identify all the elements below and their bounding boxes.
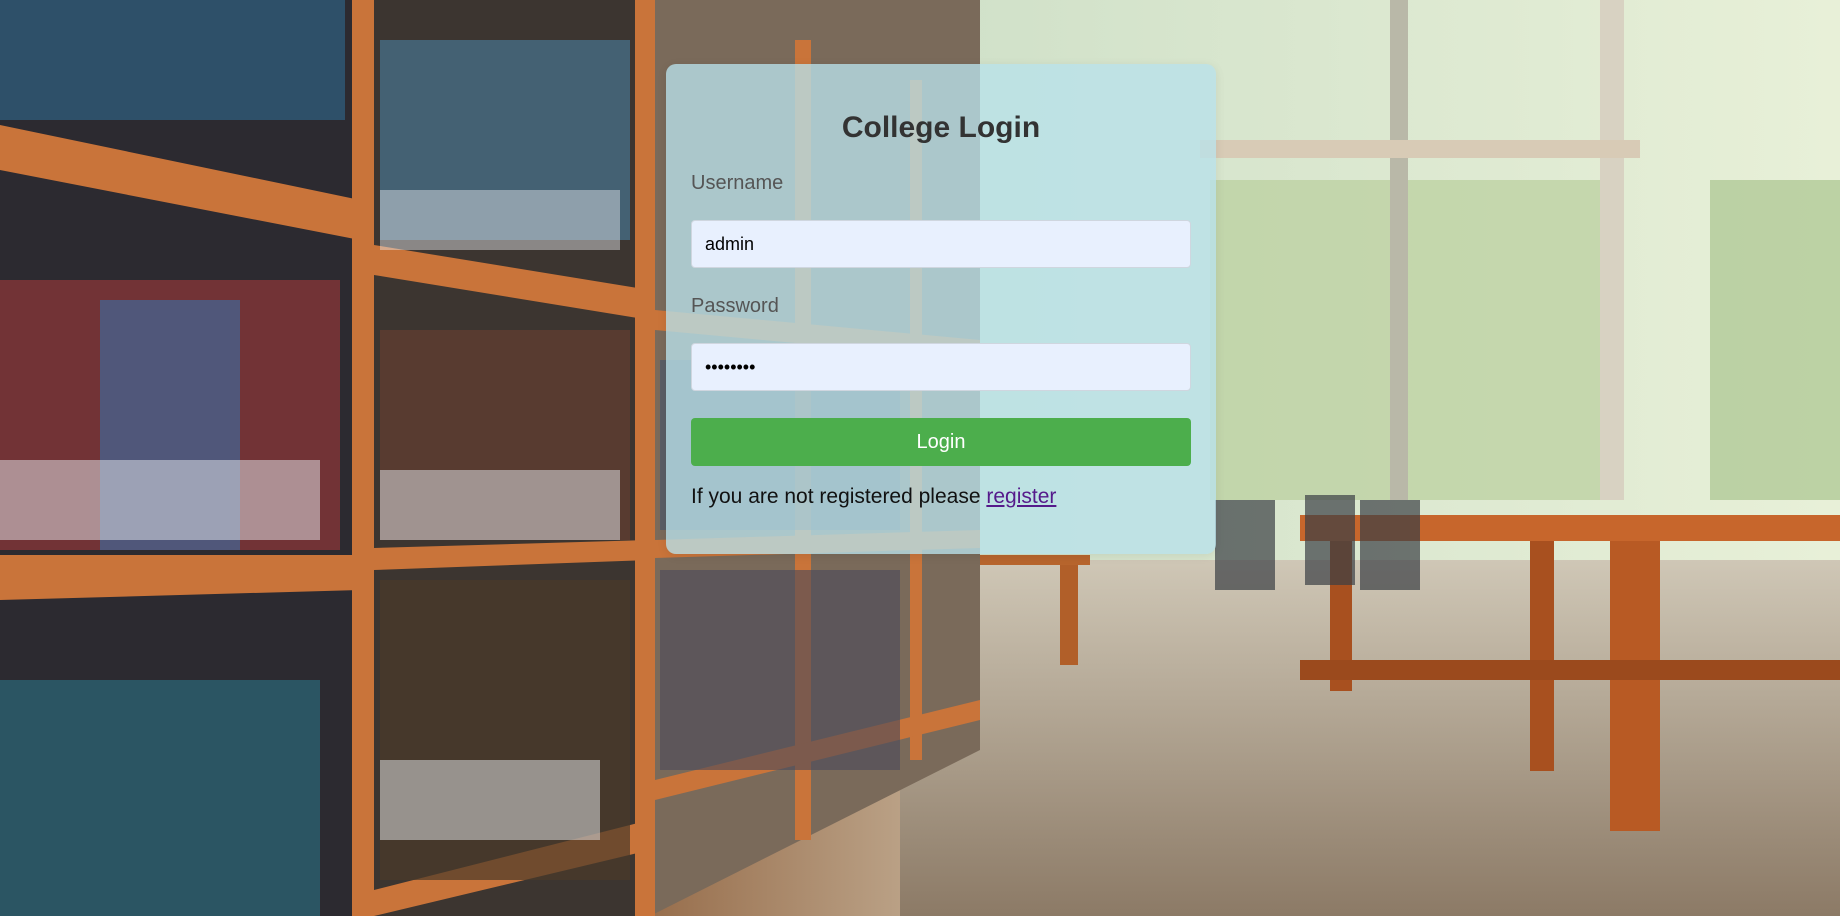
password-input[interactable] <box>691 343 1191 391</box>
username-label: Username <box>691 172 784 194</box>
login-card: College Login Username Password Login If… <box>666 64 1216 554</box>
register-prompt: If you are not registered please registe… <box>691 484 1056 510</box>
login-button[interactable]: Login <box>691 418 1191 466</box>
register-text: If you are not registered please <box>691 485 981 508</box>
login-title: College Login <box>841 111 1041 144</box>
register-link[interactable]: register <box>986 485 1056 508</box>
password-label: Password <box>691 295 779 317</box>
username-input[interactable] <box>691 220 1191 268</box>
